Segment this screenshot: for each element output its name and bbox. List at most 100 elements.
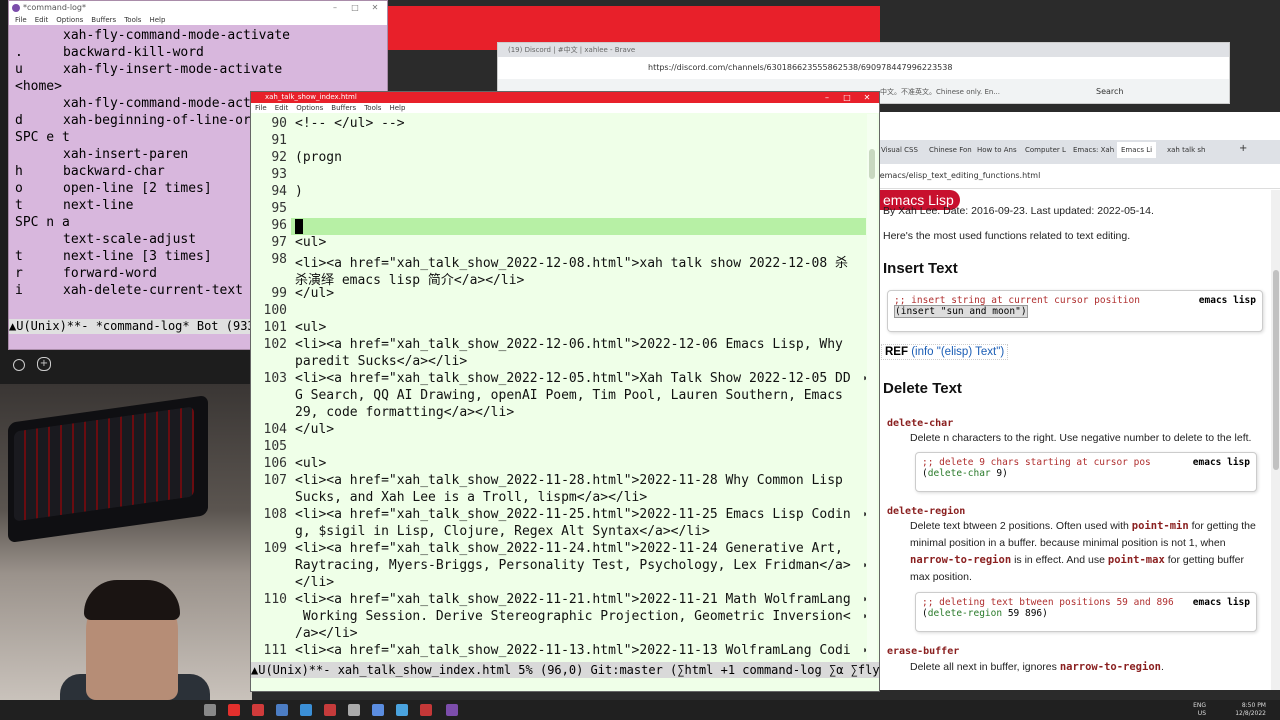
url-text: /emacs/elisp_text_editing_functions.html — [877, 171, 1041, 180]
log-key: SPC e t — [15, 130, 70, 145]
insert-text-heading: Insert Text — [883, 260, 958, 277]
scroll-thumb[interactable] — [1273, 270, 1279, 470]
discord-url-bar[interactable]: https://discord.com/channels/63018662355… — [498, 57, 1229, 79]
minimize-icon[interactable]: – — [331, 4, 339, 12]
line-number: 90 — [271, 116, 287, 131]
code-line: <li><a href="xah_talk_show_2022-11-13.ht… — [295, 643, 851, 658]
app-icon[interactable] — [420, 704, 432, 716]
code-function: delete-region — [927, 608, 1003, 619]
app-icon[interactable] — [324, 704, 336, 716]
app-icon[interactable] — [396, 704, 408, 716]
line-number: 108 — [263, 507, 287, 522]
code-line: Working Session. Derive Stereographic Pr… — [295, 609, 851, 624]
log-key: o — [15, 181, 23, 196]
emacs-titlebar[interactable]: xah_talk_show_index.html – □ ✕ — [251, 92, 879, 103]
system-tray: ENG US 8:50 PM 12/8/2022 — [1193, 702, 1266, 718]
editor-scrollbar[interactable] — [867, 114, 877, 662]
code-line: G Search, QQ AI Drawing, openAI Poem, Ti… — [295, 388, 843, 403]
tab-visual-css[interactable]: Visual CSS — [881, 146, 918, 154]
sidebar-circle-icon[interactable] — [13, 359, 25, 371]
text-cursor — [295, 219, 303, 234]
log-key: r — [15, 266, 23, 281]
discord-tab[interactable]: (19) Discord | #中文 | xahlee - Brave — [498, 43, 1229, 57]
app-icon[interactable] — [228, 704, 240, 716]
line-number: 103 — [263, 371, 287, 386]
line-number: 95 — [271, 201, 287, 216]
tab-chinese-font[interactable]: Chinese Fon — [929, 146, 972, 154]
menu-edit[interactable]: Edit — [275, 104, 289, 112]
line-wrap-indicator-icon: ▸ — [863, 558, 866, 571]
line-number: 102 — [263, 337, 287, 352]
tab-computer[interactable]: Computer L — [1025, 146, 1066, 154]
taskbar: ENG US 8:50 PM 12/8/2022 — [0, 700, 1280, 720]
code-line: Raytracing, Myers-Briggs, Personality Te… — [295, 558, 851, 573]
menu-file[interactable]: File — [255, 104, 267, 112]
plus-icon[interactable]: + — [37, 357, 51, 371]
tab-emacs-lisp-active[interactable]: Emacs Li — [1117, 142, 1157, 158]
taskview-icon[interactable] — [204, 704, 216, 716]
emacs-taskbar-icon[interactable] — [446, 704, 458, 716]
editor-buffer[interactable]: 90 <!-- </ul> --> 91 92 (progn 93 94) 95 96 97 <ul… — [251, 114, 866, 664]
log-entry: . backward-kill-word — [15, 44, 387, 61]
app-icon[interactable] — [252, 704, 264, 716]
line-wrap-indicator-icon: ▸ — [863, 507, 866, 520]
menu-options[interactable]: Options — [56, 16, 83, 24]
code-function: delete-char — [927, 468, 991, 479]
line-number: 109 — [263, 541, 287, 556]
line-number: 94 — [271, 184, 287, 199]
menu-buffers[interactable]: Buffers — [91, 16, 116, 24]
insert-code-box: emacs lisp ;; insert string at current c… — [887, 290, 1263, 332]
line-number: 106 — [263, 456, 287, 471]
app-icon[interactable] — [372, 704, 384, 716]
code-line: <li><a href="xah_talk_show_2022-12-06.ht… — [295, 337, 843, 352]
log-command: xah-beginning-of-line-or — [63, 113, 251, 128]
window-title: xah_talk_show_index.html — [265, 93, 357, 101]
line-number: 100 — [263, 303, 287, 318]
maximize-icon[interactable]: □ — [843, 94, 851, 102]
tab-emacs-xah[interactable]: Emacs: Xah — [1073, 146, 1114, 154]
log-key: t — [15, 198, 23, 213]
command-log-titlebar[interactable]: *command-log* – □ ✕ — [9, 1, 387, 15]
menu-options[interactable]: Options — [296, 104, 323, 112]
app-icon[interactable] — [276, 704, 288, 716]
menu-buffers[interactable]: Buffers — [331, 104, 356, 112]
code-line: </li> — [295, 575, 335, 590]
menu-file[interactable]: File — [15, 16, 27, 24]
log-command: backward-kill-word — [63, 45, 204, 60]
delete-char-code-box: emacs lisp ;; delete 9 chars starting at… — [915, 452, 1257, 492]
code-line: 29, code formatting</a></li> — [295, 405, 515, 420]
browser-url-bar[interactable]: /emacs/elisp_text_editing_functions.html — [877, 164, 1280, 189]
app-icon[interactable] — [348, 704, 360, 716]
log-command: xah-fly-command-mode-activate — [63, 28, 290, 43]
code-point-max: point-max — [1107, 554, 1165, 566]
lang-indicator[interactable]: ENG US — [1193, 702, 1206, 718]
browser-scrollbar[interactable] — [1271, 190, 1280, 690]
clock[interactable]: 8:50 PM 12/8/2022 — [1235, 702, 1266, 718]
ref-link[interactable]: (info "(elisp) Text") — [911, 346, 1004, 358]
code-line: ) — [295, 184, 303, 199]
delete-char-name: delete-char — [887, 418, 954, 429]
menu-help[interactable]: Help — [149, 16, 165, 24]
line-number: 93 — [271, 167, 287, 182]
menu-tools[interactable]: Tools — [364, 104, 381, 112]
window-title: *command-log* — [23, 3, 87, 12]
line-wrap-indicator-icon: ▸ — [863, 592, 866, 605]
tab-xah-talk[interactable]: xah talk sh — [1167, 146, 1205, 154]
code-line: <li><a href="xah_talk_show_2022-12-05.ht… — [295, 371, 851, 386]
scroll-thumb[interactable] — [869, 149, 875, 179]
close-icon[interactable]: ✕ — [863, 94, 871, 102]
maximize-icon[interactable]: □ — [351, 4, 359, 12]
new-tab-icon[interactable]: + — [1239, 143, 1247, 154]
tab-how-to-ans[interactable]: How to Ans — [977, 146, 1017, 154]
menu-edit[interactable]: Edit — [35, 16, 49, 24]
minimize-icon[interactable]: – — [823, 94, 831, 102]
code-line: <li><a href="xah_talk_show_2022-11-25.ht… — [295, 507, 851, 522]
line-number: 111 — [263, 643, 287, 658]
menu-help[interactable]: Help — [389, 104, 405, 112]
lang-label: emacs lisp — [1198, 295, 1256, 306]
discord-search[interactable]: Search — [1096, 87, 1123, 96]
menu-tools[interactable]: Tools — [124, 16, 141, 24]
log-key: i — [15, 283, 23, 298]
close-icon[interactable]: ✕ — [371, 4, 379, 12]
app-icon[interactable] — [300, 704, 312, 716]
